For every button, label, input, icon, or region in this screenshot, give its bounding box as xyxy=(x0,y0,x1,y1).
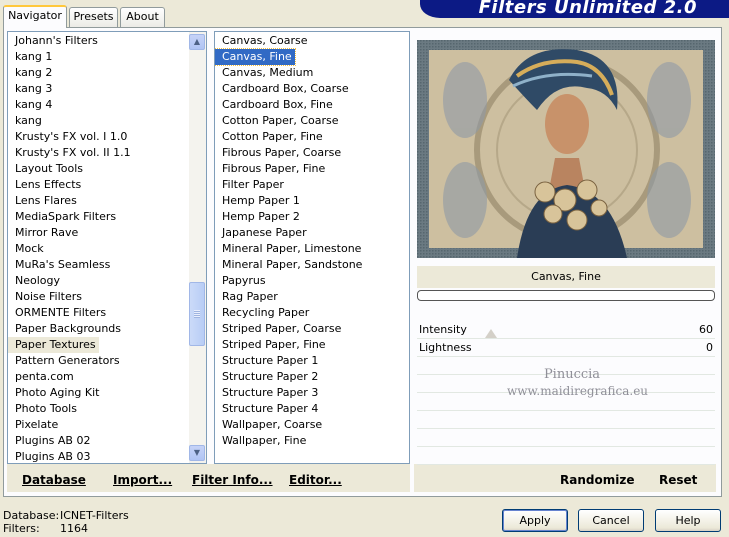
control-link-bar: Randomize Reset xyxy=(414,464,716,492)
scroll-down-button[interactable]: ▼ xyxy=(189,445,205,461)
category-list-item[interactable]: kang 1 xyxy=(8,49,52,65)
filter-list-item[interactable]: Structure Paper 3 xyxy=(215,385,318,401)
preview-artwork xyxy=(417,40,715,258)
category-list-item[interactable]: Plugins AB 02 xyxy=(8,433,90,449)
filter-list-item[interactable]: Hemp Paper 1 xyxy=(215,193,300,209)
parameter-panel: Intensity 60 Lightness 0 Pinuccia www.ma… xyxy=(417,321,715,465)
effect-name: Canvas, Fine xyxy=(417,266,715,288)
filter-list-item[interactable]: Structure Paper 2 xyxy=(215,369,318,385)
filter-list-item[interactable]: Filter Paper xyxy=(215,177,284,193)
category-list-item[interactable]: Mirror Rave xyxy=(8,225,78,241)
filter-list-item[interactable]: Papyrus xyxy=(215,273,266,289)
category-list-item[interactable]: Pixelate xyxy=(8,417,58,433)
filter-list-item[interactable]: Cotton Paper, Coarse xyxy=(215,113,339,129)
tab-about[interactable]: About xyxy=(120,7,165,27)
preview-image[interactable] xyxy=(417,40,715,258)
progress-bar xyxy=(417,290,715,301)
param-row-intensity[interactable]: Intensity 60 xyxy=(417,321,715,339)
category-list-item[interactable]: Plugins AB 03 xyxy=(8,449,90,463)
category-list-item[interactable]: Mock xyxy=(8,241,44,257)
param-row-empty xyxy=(417,447,715,465)
filter-list-item[interactable]: Japanese Paper xyxy=(215,225,307,241)
category-list[interactable]: Johann's Filters kang 1 kang 2 kang 3 kang 4… xyxy=(7,31,207,464)
category-list-item[interactable]: kang 2 xyxy=(8,65,52,81)
tab-presets[interactable]: Presets xyxy=(69,7,118,27)
filter-list-item[interactable]: Wallpaper, Fine xyxy=(215,433,306,449)
database-status-value: ICNET-Filters xyxy=(60,509,129,522)
category-list-item[interactable]: Krusty's FX vol. II 1.1 xyxy=(8,145,131,161)
filter-list-item[interactable]: Structure Paper 1 xyxy=(215,353,318,369)
category-list-item[interactable]: Paper Backgrounds xyxy=(8,321,121,337)
filter-list[interactable]: Canvas, Coarse Canvas, Fine Canvas, Medium… xyxy=(214,31,410,464)
filter-list-item[interactable]: Canvas, Coarse xyxy=(215,33,308,49)
scroll-up-button[interactable]: ▲ xyxy=(189,34,205,50)
filters-count-value: 1164 xyxy=(60,522,88,535)
category-list-item[interactable]: kang 3 xyxy=(8,81,52,97)
filter-list-item[interactable]: Striped Paper, Coarse xyxy=(215,321,341,337)
filter-list-item[interactable]: Mineral Paper, Limestone xyxy=(215,241,361,257)
category-list-item[interactable]: Johann's Filters xyxy=(8,33,98,49)
database-link[interactable]: Database xyxy=(22,473,86,487)
slider-thumb-icon[interactable] xyxy=(485,329,497,338)
filter-list-item[interactable]: Wallpaper, Coarse xyxy=(215,417,322,433)
filter-list-item[interactable]: Cardboard Box, Coarse xyxy=(215,81,349,97)
filter-list-item[interactable]: Canvas, Medium xyxy=(215,65,313,81)
import-link[interactable]: Import... xyxy=(113,473,172,487)
scroll-thumb[interactable] xyxy=(189,282,205,346)
param-row-empty xyxy=(417,411,715,429)
filter-list-item[interactable]: Fibrous Paper, Fine xyxy=(215,161,325,177)
category-list-item[interactable]: Layout Tools xyxy=(8,161,83,177)
category-list-item[interactable]: kang 4 xyxy=(8,97,52,113)
editor-link[interactable]: Editor... xyxy=(289,473,342,487)
category-list-item[interactable]: Noise Filters xyxy=(8,289,82,305)
category-list-item[interactable]: kang xyxy=(8,113,42,129)
watermark: Pinuccia www.maidiregrafica.eu xyxy=(507,367,649,398)
filter-list-item[interactable]: Recycling Paper xyxy=(215,305,309,321)
help-button[interactable]: Help xyxy=(655,509,721,532)
filter-items: Canvas, Coarse Canvas, Fine Canvas, Medium… xyxy=(215,33,362,449)
randomize-button[interactable]: Randomize xyxy=(560,473,634,487)
filters-count-label: Filters: xyxy=(3,522,40,535)
category-list-item[interactable]: penta.com xyxy=(8,369,74,385)
filter-list-item[interactable]: Structure Paper 4 xyxy=(215,401,318,417)
category-list-item[interactable]: MediaSpark Filters xyxy=(8,209,116,225)
reset-button[interactable]: Reset xyxy=(659,473,697,487)
category-list-item[interactable]: Photo Aging Kit xyxy=(8,385,99,401)
category-items: Johann's Filters kang 1 kang 2 kang 3 kang 4… xyxy=(8,33,131,463)
param-value: 0 xyxy=(706,341,713,354)
param-label: Lightness xyxy=(419,341,472,354)
filter-list-item[interactable]: Cardboard Box, Fine xyxy=(215,97,333,113)
filter-list-item[interactable]: Hemp Paper 2 xyxy=(215,209,300,225)
filter-list-item[interactable]: Striped Paper, Fine xyxy=(215,337,326,353)
category-list-item[interactable]: Paper Textures xyxy=(8,337,99,353)
category-list-item[interactable]: Lens Effects xyxy=(8,177,81,193)
category-list-item[interactable]: ORMENTE Filters xyxy=(8,305,106,321)
param-label: Intensity xyxy=(419,323,467,336)
category-scrollbar[interactable]: ▲ ▼ xyxy=(189,32,206,463)
filter-list-item[interactable]: Cotton Paper, Fine xyxy=(215,129,323,145)
app-title-banner: Filters Unlimited 2.0 xyxy=(420,0,729,18)
filter-info-link[interactable]: Filter Info... xyxy=(192,473,273,487)
category-list-item[interactable]: Pattern Generators xyxy=(8,353,120,369)
app-title: Filters Unlimited 2.0 xyxy=(478,0,697,18)
param-row-lightness[interactable]: Lightness 0 xyxy=(417,339,715,357)
apply-button[interactable]: Apply xyxy=(502,509,568,532)
category-list-item[interactable]: Neology xyxy=(8,273,60,289)
filter-list-item[interactable]: Mineral Paper, Sandstone xyxy=(215,257,362,273)
filter-list-item[interactable]: Canvas, Fine xyxy=(215,48,296,66)
category-list-item[interactable]: Photo Tools xyxy=(8,401,77,417)
tab-navigator[interactable]: Navigator xyxy=(3,5,67,28)
category-list-item[interactable]: Krusty's FX vol. I 1.0 xyxy=(8,129,127,145)
param-row-empty xyxy=(417,429,715,447)
category-list-item[interactable]: MuRa's Seamless xyxy=(8,257,110,273)
navigator-link-bar: Database Import... Filter Info... Editor… xyxy=(7,464,410,492)
category-list-item[interactable]: Lens Flares xyxy=(8,193,77,209)
database-status-label: Database: xyxy=(3,509,60,522)
param-value: 60 xyxy=(699,323,713,336)
filter-list-item[interactable]: Rag Paper xyxy=(215,289,278,305)
filter-list-item[interactable]: Fibrous Paper, Coarse xyxy=(215,145,341,161)
cancel-button[interactable]: Cancel xyxy=(578,509,644,532)
